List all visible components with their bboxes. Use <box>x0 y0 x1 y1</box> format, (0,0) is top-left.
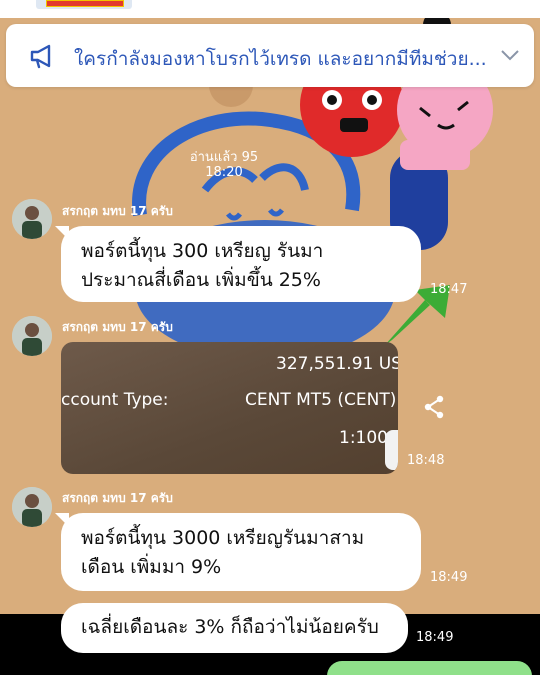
brand-logo <box>36 0 132 9</box>
message-line: เฉลี่ยเดือนละ 3% ก็ถือว่าไม่น้อยครับ <box>81 616 379 638</box>
announcement-bar[interactable]: ใครกำลังมองหาโบรกไว้เทรด และอยากมีทีมช่ว… <box>6 24 534 87</box>
sender-name: สรกฤต มทบ 17 ครับ <box>62 320 173 334</box>
message-line: พอร์ตนี้ทุน 3000 เหรียญรันมาสาม <box>81 527 365 549</box>
message-time: 18:49 <box>430 570 468 585</box>
avatar[interactable] <box>12 487 52 527</box>
message-line: พอร์ตนี้ทุน 300 เหรียญ รันมา <box>81 240 324 262</box>
read-count: อ่านแล้ว 95 <box>189 150 259 165</box>
read-time: 18:20 <box>205 165 243 180</box>
announcement-text: ใครกำลังมองหาโบรกไว้เทรด และอยากมีทีมช่ว… <box>74 48 487 70</box>
message-time: 18:48 <box>407 453 445 468</box>
avatar[interactable] <box>12 316 52 356</box>
chevron-down-icon[interactable] <box>499 45 521 65</box>
message-line: เดือน เพิ่มมา 9% <box>81 556 222 578</box>
image-message[interactable]: 327,551.91 USC ccount Type: CENT MT5 (CE… <box>61 342 398 474</box>
outgoing-message-bubble[interactable] <box>327 661 532 675</box>
share-icon[interactable] <box>415 388 453 426</box>
sender-name: สรกฤต มทบ 17 ครับ <box>62 204 173 218</box>
message-time: 18:49 <box>416 630 454 645</box>
message-time: 18:47 <box>430 282 468 297</box>
image-balance: 327,551.91 USC <box>276 354 398 374</box>
sender-name: สรกฤต มทบ 17 ครับ <box>62 491 173 505</box>
image-account-type-value: CENT MT5 (CENT) <box>245 390 397 410</box>
message-bubble[interactable]: พอร์ตนี้ทุน 300 เหรียญ รันมา ประมาณสี่เด… <box>61 226 421 302</box>
image-edge <box>385 430 398 470</box>
message-line: ประมาณสี่เดือน เพิ่มขึ้น 25% <box>81 269 321 291</box>
image-account-type-label: ccount Type: <box>61 390 169 410</box>
message-bubble[interactable]: พอร์ตนี้ทุน 3000 เหรียญรันมาสาม เดือน เพ… <box>61 513 421 591</box>
top-strip <box>0 0 540 18</box>
avatar[interactable] <box>12 199 52 239</box>
bubble-tail <box>55 226 69 240</box>
bubble-tail <box>55 513 69 527</box>
message-bubble[interactable]: เฉลี่ยเดือนละ 3% ก็ถือว่าไม่น้อยครับ <box>61 603 408 653</box>
megaphone-icon <box>30 44 51 69</box>
